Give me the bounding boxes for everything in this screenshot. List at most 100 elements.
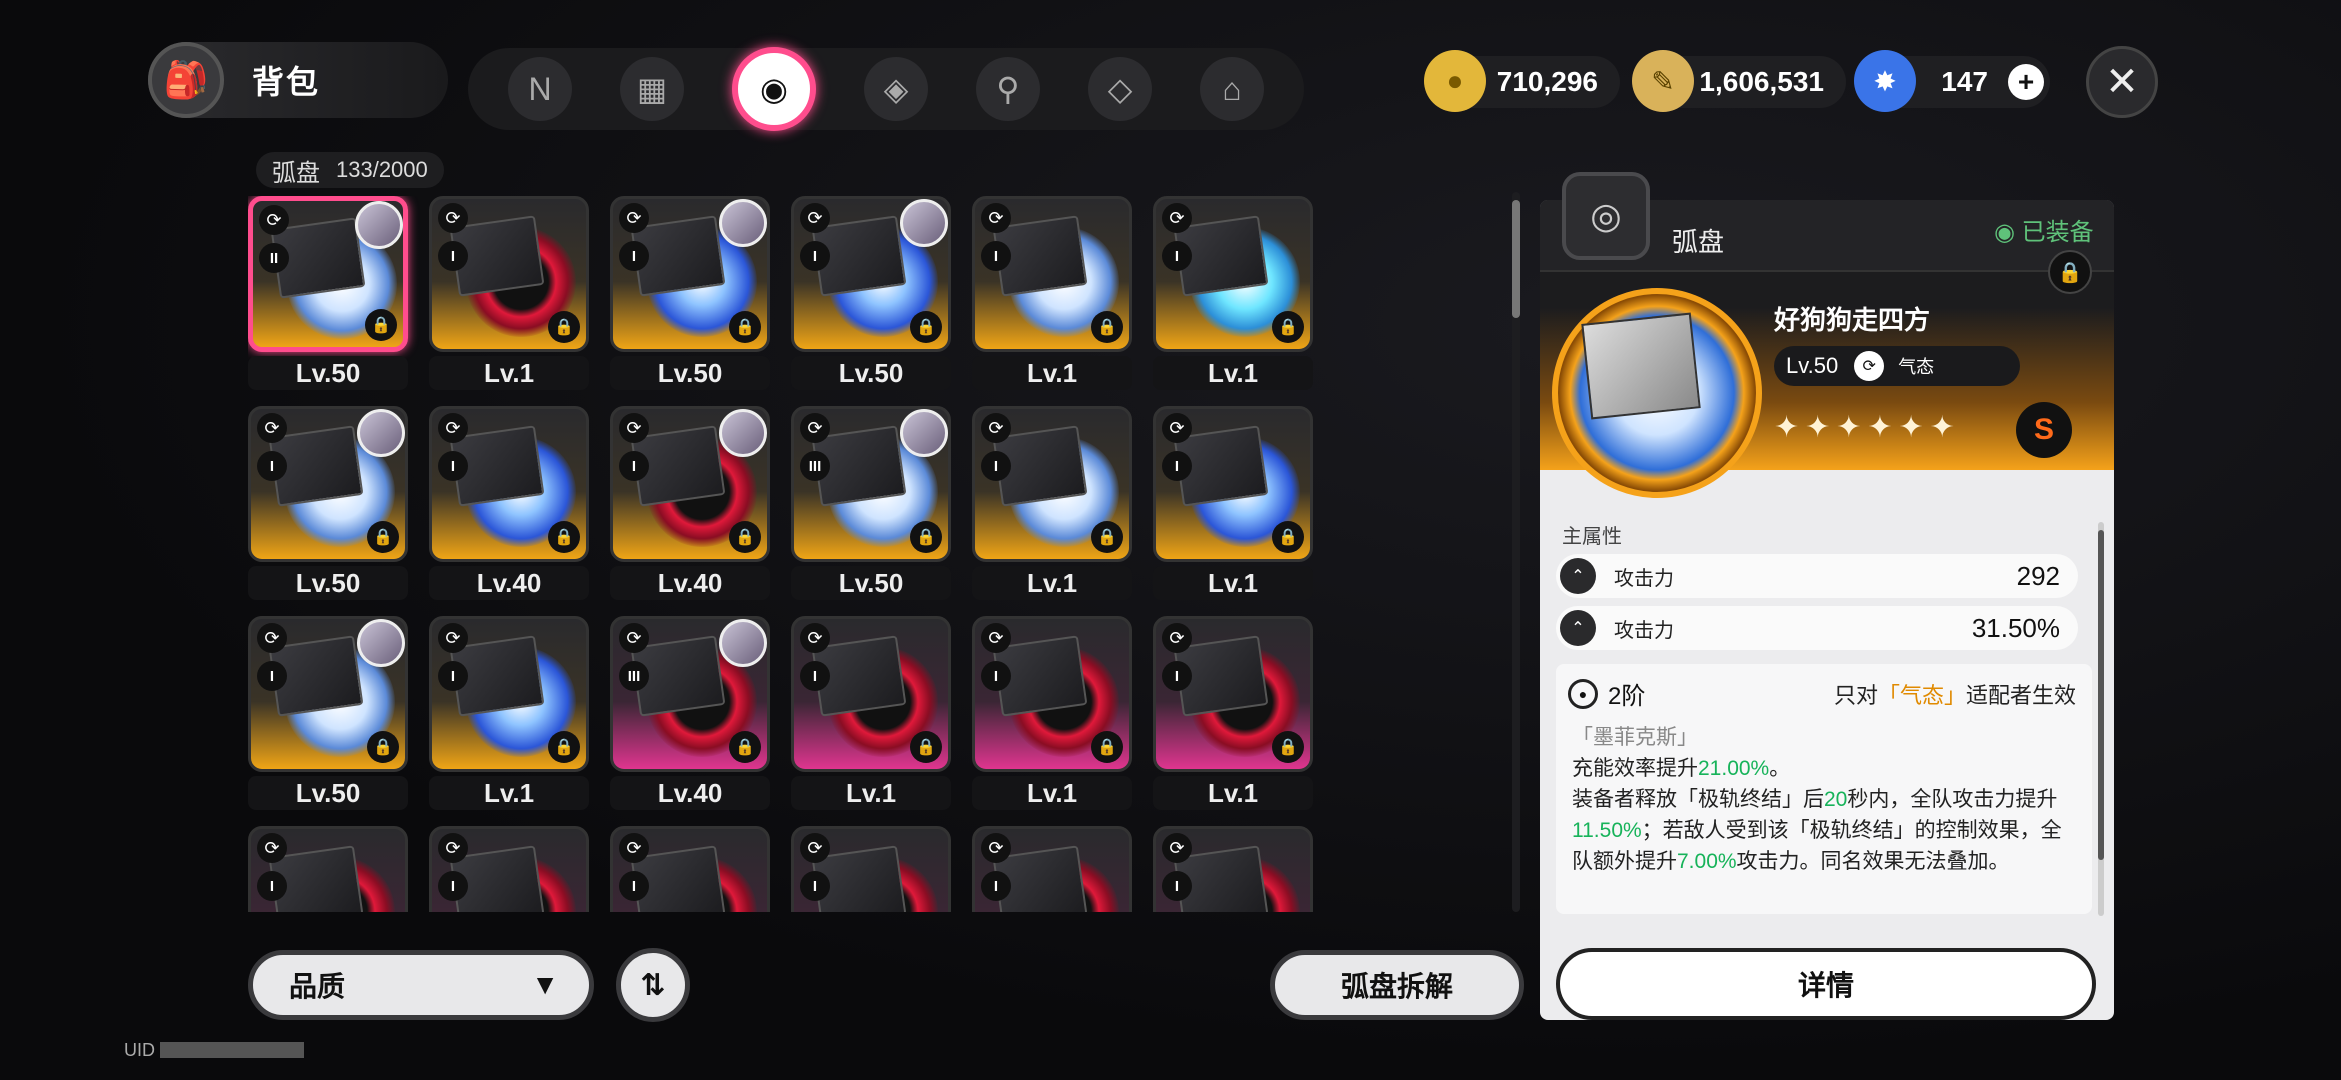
- disc-level: Lv.40: [610, 776, 770, 810]
- attribute-icon: ⟳: [259, 205, 289, 235]
- ticket-icon: ✎: [1632, 50, 1694, 112]
- disc-level: Lv.50: [610, 356, 770, 390]
- disc-level: Lv.50: [248, 356, 408, 390]
- disc-card[interactable]: ⟳ I 🔒 Lv.1: [791, 616, 951, 810]
- attribute-icon: ⟳: [257, 413, 287, 443]
- disc-card-art: ⟳ I 🔒: [1153, 616, 1313, 772]
- tier-badge: I: [981, 241, 1011, 271]
- tier-badge: I: [438, 871, 468, 901]
- t: 。: [1769, 757, 1791, 780]
- close-button[interactable]: ✕: [2086, 46, 2158, 118]
- attribute-icon: ⟳: [981, 203, 1011, 233]
- disc-card[interactable]: ⟳ I 🔒: [429, 826, 589, 912]
- disc-level: Lv.50: [791, 356, 951, 390]
- lock-icon: 🔒: [1091, 521, 1123, 553]
- lock-icon: 🔒: [367, 731, 399, 763]
- disc-card[interactable]: ⟳ I 🔒 Lv.40: [610, 406, 770, 600]
- disc-card[interactable]: ⟳ I 🔒: [972, 826, 1132, 912]
- crystal-icon: ✸: [1854, 50, 1916, 112]
- sort-button[interactable]: ⇅: [616, 948, 690, 1022]
- attribute-icon: ⟳: [800, 833, 830, 863]
- disc-card-art: ⟳ I 🔒: [610, 196, 770, 352]
- attribute-icon: ⟳: [619, 203, 649, 233]
- disc-level: Lv.50: [791, 566, 951, 600]
- disc-card[interactable]: ⟳ I 🔒 Lv.40: [429, 406, 589, 600]
- detail-scroll-thumb[interactable]: [2098, 530, 2104, 860]
- tab-box[interactable]: ◈: [864, 57, 928, 121]
- disc-card[interactable]: ⟳ I 🔒 Lv.1: [429, 196, 589, 390]
- disc-level: Lv.1: [1153, 356, 1313, 390]
- disc-card[interactable]: ⟳ III 🔒 Lv.50: [791, 406, 951, 600]
- disc-card[interactable]: ⟳ I 🔒 Lv.1: [1153, 616, 1313, 810]
- disc-card[interactable]: ⟳ I 🔒 Lv.50: [610, 196, 770, 390]
- disc-card[interactable]: ⟳ I 🔒 Lv.1: [1153, 196, 1313, 390]
- tier-badge: I: [438, 241, 468, 271]
- sort-icon: ⇅: [640, 968, 666, 1002]
- disc-card[interactable]: ⟳ I 🔒 Lv.1: [972, 196, 1132, 390]
- attribute-icon: ⟳: [1162, 413, 1192, 443]
- item-attribute: 气态: [1898, 357, 1935, 377]
- lock-icon: 🔒: [729, 521, 761, 553]
- disc-card-art: ⟳ I 🔒: [791, 196, 951, 352]
- tab-home[interactable]: ⌂: [1200, 57, 1264, 121]
- tab-disc[interactable]: ◉: [732, 47, 816, 131]
- tier-badge: II: [259, 243, 289, 273]
- disc-card[interactable]: ⟳ III 🔒 Lv.40: [610, 616, 770, 810]
- disc-card-art: ⟳ I 🔒: [248, 616, 408, 772]
- details-button[interactable]: 详情: [1556, 948, 2096, 1020]
- disc-card[interactable]: ⟳ I 🔒: [1153, 826, 1313, 912]
- disc-card[interactable]: ⟳ I 🔒 Lv.1: [972, 406, 1132, 600]
- disc-card[interactable]: ⟳ II 🔒 Lv.50: [248, 196, 408, 390]
- attribute-icon: ⟳: [800, 413, 830, 443]
- attribute-icon: ⟳: [981, 413, 1011, 443]
- disc-card[interactable]: ⟳ I 🔒: [610, 826, 770, 912]
- equipped-character-avatar: [719, 619, 767, 667]
- tier-badge: I: [1162, 661, 1192, 691]
- add-crystal-button[interactable]: +: [2008, 64, 2044, 100]
- uid-label: UID: [124, 1040, 155, 1060]
- attribute-icon: ⟳: [438, 833, 468, 863]
- disc-card[interactable]: ⟳ I 🔒: [248, 826, 408, 912]
- stat-value: 31.50%: [1971, 612, 2060, 643]
- disc-card[interactable]: ⟳ I 🔒 Lv.50: [791, 196, 951, 390]
- disc-card-art: ⟳ I 🔒: [972, 406, 1132, 562]
- disc-card[interactable]: ⟳ I 🔒 Lv.1: [1153, 406, 1313, 600]
- dismantle-button[interactable]: 弧盘拆解: [1270, 950, 1524, 1020]
- home-icon: ⌂: [1222, 70, 1242, 107]
- tab-n[interactable]: N: [508, 57, 572, 121]
- star-rating: ✦✦✦✦✦✦: [1774, 410, 1961, 445]
- tab-food[interactable]: ⚲: [976, 57, 1040, 121]
- attribute-icon: ⟳: [438, 413, 468, 443]
- set-name: 「墨菲克斯」: [1572, 726, 1698, 749]
- disc-card[interactable]: ⟳ I 🔒 Lv.50: [248, 406, 408, 600]
- disc-card[interactable]: ⟳ I 🔒: [791, 826, 951, 912]
- disc-card-art: ⟳ I 🔒: [791, 826, 951, 912]
- disc-card[interactable]: ⟳ I 🔒 Lv.50: [248, 616, 408, 810]
- bag-title: 背包: [252, 64, 321, 100]
- grid-scroll-thumb[interactable]: [1512, 200, 1520, 318]
- tier-badge: I: [257, 451, 287, 481]
- tier-badge: I: [257, 661, 287, 691]
- item-level: Lv.50: [1786, 353, 1839, 378]
- tab-device[interactable]: ▦: [620, 57, 684, 121]
- ticket-value: 1,606,531: [1699, 66, 1824, 97]
- quality-label: 品质: [289, 971, 346, 1002]
- attribute-icon: ⟳: [619, 833, 649, 863]
- set-condition: 只对「气态」适配者生效: [1834, 678, 2076, 710]
- level-attribute-pill: Lv.50 ⟳ 气态: [1774, 346, 2020, 386]
- disc-level: Lv.1: [791, 776, 951, 810]
- lock-icon: 🔒: [2057, 261, 2083, 284]
- set-line-1: 充能效率提升21.00%。: [1572, 753, 2082, 784]
- lock-toggle-button[interactable]: 🔒: [2048, 250, 2092, 294]
- n-icon: N: [528, 70, 552, 107]
- quality-filter-button[interactable]: 品质 ▼: [248, 950, 594, 1020]
- v: 21.00%: [1698, 757, 1770, 780]
- disc-card[interactable]: ⟳ I 🔒 Lv.1: [972, 616, 1132, 810]
- tab-crystal[interactable]: ◇: [1088, 57, 1152, 121]
- attribute-icon: ⟳: [800, 623, 830, 653]
- currency-ticket: ✎ 1,606,531: [1632, 50, 1846, 112]
- stat-label: 攻击力: [1614, 567, 1674, 590]
- disc-card[interactable]: ⟳ I 🔒 Lv.1: [429, 616, 589, 810]
- stat-row: ⌃ 攻击力 292: [1556, 554, 2078, 598]
- lock-icon: 🔒: [1091, 731, 1123, 763]
